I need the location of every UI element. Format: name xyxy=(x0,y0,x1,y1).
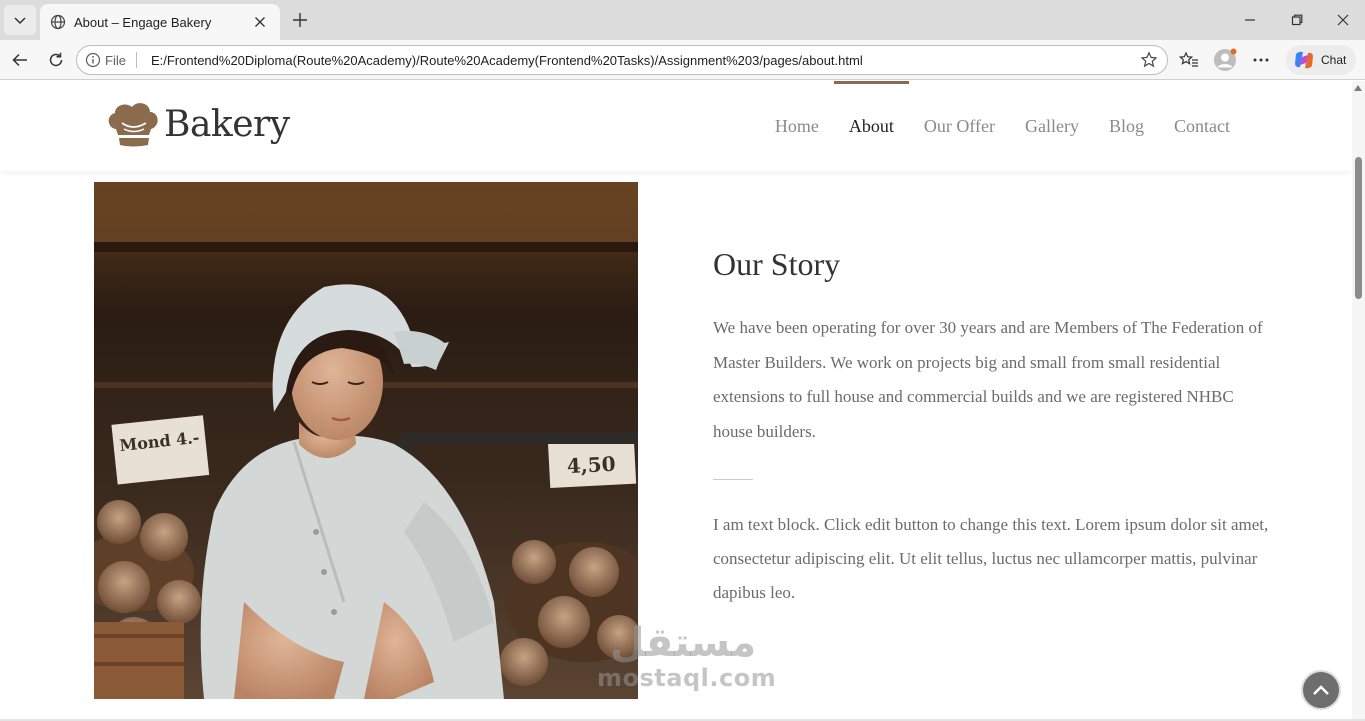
more-icon xyxy=(1253,58,1269,62)
copilot-icon xyxy=(1295,51,1313,69)
copilot-chat-button[interactable]: Chat xyxy=(1286,45,1356,75)
nav-blog[interactable]: Blog xyxy=(1109,81,1144,171)
price-sign-right: 4,50 xyxy=(566,452,616,479)
chip-separator xyxy=(135,52,137,68)
star-icon xyxy=(1140,51,1158,68)
tab-strip: About – Engage Bakery xyxy=(0,0,1365,40)
more-button[interactable] xyxy=(1247,46,1275,74)
divider xyxy=(713,479,753,480)
site-logo[interactable]: Bakery xyxy=(106,101,290,147)
nav-about[interactable]: About xyxy=(833,81,909,171)
active-tab[interactable]: About – Engage Bakery xyxy=(40,4,280,40)
back-icon xyxy=(12,53,27,67)
browser-toolbar: File E:/Frontend%20Diploma(Route%20Acade… xyxy=(0,40,1365,80)
nav-home[interactable]: Home xyxy=(775,81,819,171)
refresh-icon xyxy=(49,52,63,67)
restore-button[interactable] xyxy=(1277,6,1317,34)
close-icon xyxy=(255,17,265,27)
baker-photo: Mond 4.- 4,50 xyxy=(94,182,638,699)
back-to-top-button[interactable] xyxy=(1301,670,1341,710)
minimize-icon xyxy=(1245,19,1255,21)
site-header: Bakery Home About Our Offer Gallery Blog… xyxy=(0,81,1352,171)
story-paragraph-2: I am text block. Click edit button to ch… xyxy=(713,515,1269,602)
favorites-button[interactable] xyxy=(1175,46,1203,74)
url-text[interactable]: E:/Frontend%20Diploma(Route%20Academy)/R… xyxy=(151,53,1135,68)
favorite-button[interactable] xyxy=(1135,46,1163,74)
scrollbar-thumb[interactable] xyxy=(1355,157,1362,299)
tab-title: About – Engage Bakery xyxy=(74,14,212,30)
watermark: مستقل mostaql.com xyxy=(597,620,777,692)
story-paragraph-1: We have been operating for over 30 years… xyxy=(713,318,1263,441)
watermark-arabic: مستقل xyxy=(609,620,757,666)
back-button[interactable] xyxy=(6,46,34,74)
favorites-icon xyxy=(1179,51,1198,67)
site-info-chip[interactable]: File xyxy=(77,46,126,74)
nav-our-offer[interactable]: Our Offer xyxy=(924,81,995,171)
nav-contact[interactable]: Contact xyxy=(1174,81,1230,171)
window-close-icon xyxy=(1337,14,1349,26)
tab-close-button[interactable] xyxy=(250,12,270,32)
our-story-section: Our Story We have been operating for ove… xyxy=(713,246,1269,610)
nav-gallery[interactable]: Gallery xyxy=(1025,81,1079,171)
minimize-button[interactable] xyxy=(1230,6,1270,34)
globe-icon xyxy=(50,14,66,30)
scroll-up-arrow[interactable] xyxy=(1354,85,1362,91)
tab-list-icon xyxy=(14,17,26,25)
section-title: Our Story xyxy=(713,246,841,282)
info-icon xyxy=(85,52,101,68)
main-nav: Home About Our Offer Gallery Blog Contac… xyxy=(745,81,1230,171)
logo-text: Bakery xyxy=(164,103,290,145)
watermark-latin: mostaql.com xyxy=(597,664,777,692)
page-viewport: Bakery Home About Our Offer Gallery Blog… xyxy=(0,81,1365,721)
chat-label: Chat xyxy=(1321,53,1347,67)
new-tab-button[interactable] xyxy=(288,8,312,32)
plus-icon xyxy=(293,13,307,27)
profile-icon xyxy=(1214,48,1237,71)
profile-button[interactable] xyxy=(1211,46,1239,74)
window-close-button[interactable] xyxy=(1323,6,1363,34)
restore-icon xyxy=(1291,14,1303,26)
file-label: File xyxy=(105,52,126,68)
tab-list-button[interactable] xyxy=(4,5,36,35)
address-bar[interactable]: File E:/Frontend%20Diploma(Route%20Acade… xyxy=(76,45,1168,75)
vertical-scrollbar[interactable] xyxy=(1352,81,1365,721)
chevron-up-icon xyxy=(1313,685,1329,695)
refresh-button[interactable] xyxy=(42,46,70,74)
chef-hat-icon xyxy=(108,103,158,147)
